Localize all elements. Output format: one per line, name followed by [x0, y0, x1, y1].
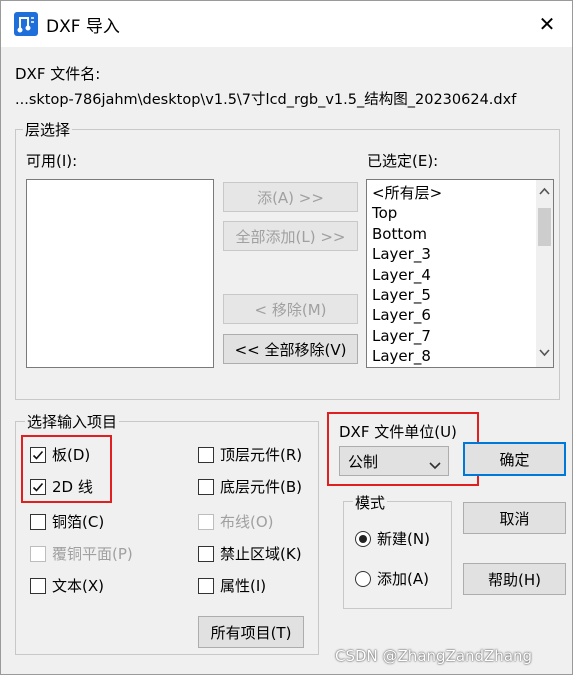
watermark: CSDN @ZhangZandZhang — [335, 647, 533, 665]
list-item[interactable]: Layer_5 — [367, 285, 553, 305]
scrollbar[interactable] — [536, 180, 553, 367]
units-value: 公制 — [348, 453, 379, 471]
checkbox-box — [198, 513, 214, 530]
list-item[interactable]: Top — [367, 203, 553, 223]
board-checkbox[interactable]: 板(D) — [30, 444, 90, 465]
checkbox-box — [30, 513, 46, 530]
line2d-label: 2D 线 — [52, 478, 93, 496]
available-label: 可用(I): — [26, 152, 78, 170]
file-name-label: DXF 文件名: — [15, 65, 101, 83]
mode-add-radio[interactable]: 添加(A) — [355, 568, 429, 589]
add-all-layers-button[interactable]: 全部添加(L) >> — [223, 221, 358, 251]
file-path: ...sktop-786jahm\desktop\v1.5\7寸lcd_rgb_… — [15, 92, 517, 108]
text-checkbox[interactable]: 文本(X) — [30, 575, 104, 596]
list-item[interactable]: Layer_4 — [367, 265, 553, 285]
mode-new-radio[interactable]: 新建(N) — [355, 528, 430, 549]
checkbox-box — [30, 545, 46, 562]
ok-button[interactable]: 确定 — [463, 442, 566, 476]
list-item[interactable]: Bottom — [367, 224, 553, 244]
remove-all-layers-button[interactable]: << 全部移除(V) — [223, 334, 358, 364]
checkbox-box — [198, 545, 214, 562]
list-item[interactable]: Layer_7 — [367, 326, 553, 346]
mode-add-label: 添加(A) — [377, 570, 429, 588]
mode-legend: 模式 — [353, 492, 388, 513]
attributes-checkbox[interactable]: 属性(I) — [198, 575, 266, 596]
routing-checkbox[interactable]: 布线(O) — [198, 511, 274, 532]
keepout-checkbox[interactable]: 禁止区域(K) — [198, 543, 302, 564]
radio-dot — [355, 530, 371, 547]
available-layers-list[interactable] — [26, 179, 214, 368]
top-components-checkbox[interactable]: 顶层元件(R) — [198, 444, 302, 465]
units-label: DXF 文件单位(U) — [339, 423, 457, 441]
app-icon — [14, 12, 38, 36]
copper-label: 铜箔(C) — [52, 513, 105, 531]
title-bar: DXF 导入 ✕ — [1, 1, 572, 47]
list-item[interactable]: Layer_6 — [367, 305, 553, 325]
routing-label: 布线(O) — [220, 513, 274, 531]
help-button[interactable]: 帮助(H) — [463, 563, 566, 595]
list-item[interactable]: Layer_3 — [367, 244, 553, 264]
list-item[interactable]: <所有层> — [367, 183, 553, 203]
checkbox-box — [30, 577, 46, 594]
mode-group — [343, 501, 452, 609]
dxf-import-dialog: DXF 导入 ✕ DXF 文件名: ...sktop-786jahm\deskt… — [0, 0, 573, 675]
list-item[interactable]: Layer_8 — [367, 346, 553, 366]
selected-layers-list[interactable]: <所有层> Top Bottom Layer_3 Layer_4 Layer_5… — [366, 179, 554, 368]
checkbox-box — [198, 577, 214, 594]
attributes-label: 属性(I) — [220, 577, 267, 595]
copper-pour-checkbox[interactable]: 覆铜平面(P) — [30, 543, 133, 564]
checkbox-box — [198, 478, 214, 495]
chevron-down-icon — [429, 456, 441, 474]
bottom-components-checkbox[interactable]: 底层元件(B) — [198, 476, 302, 497]
text-label: 文本(X) — [52, 577, 104, 595]
checkbox-box — [30, 446, 46, 463]
add-layer-button[interactable]: 添(A) >> — [223, 182, 358, 212]
radio-dot — [355, 570, 371, 587]
keepout-label: 禁止区域(K) — [220, 545, 302, 563]
checkbox-box — [30, 478, 46, 495]
checkbox-box — [198, 446, 214, 463]
copper-checkbox[interactable]: 铜箔(C) — [30, 511, 104, 532]
cancel-button[interactable]: 取消 — [463, 502, 566, 534]
window-title: DXF 导入 — [46, 17, 120, 37]
copper-pour-label: 覆铜平面(P) — [52, 545, 133, 563]
all-items-button[interactable]: 所有项目(T) — [198, 616, 304, 648]
remove-layer-button[interactable]: < 移除(M) — [223, 294, 358, 324]
top-components-label: 顶层元件(R) — [220, 446, 303, 464]
layer-select-legend: 层选择 — [23, 119, 73, 140]
mode-new-label: 新建(N) — [377, 530, 430, 548]
selected-label: 已选定(E): — [367, 152, 439, 170]
bottom-components-label: 底层元件(B) — [220, 478, 302, 496]
line2d-checkbox[interactable]: 2D 线 — [30, 476, 93, 497]
close-button[interactable]: ✕ — [529, 7, 565, 41]
close-icon: ✕ — [538, 12, 556, 36]
units-select[interactable]: 公制 — [339, 446, 449, 476]
import-items-legend: 选择输入项目 — [25, 411, 120, 432]
board-label: 板(D) — [52, 446, 91, 464]
